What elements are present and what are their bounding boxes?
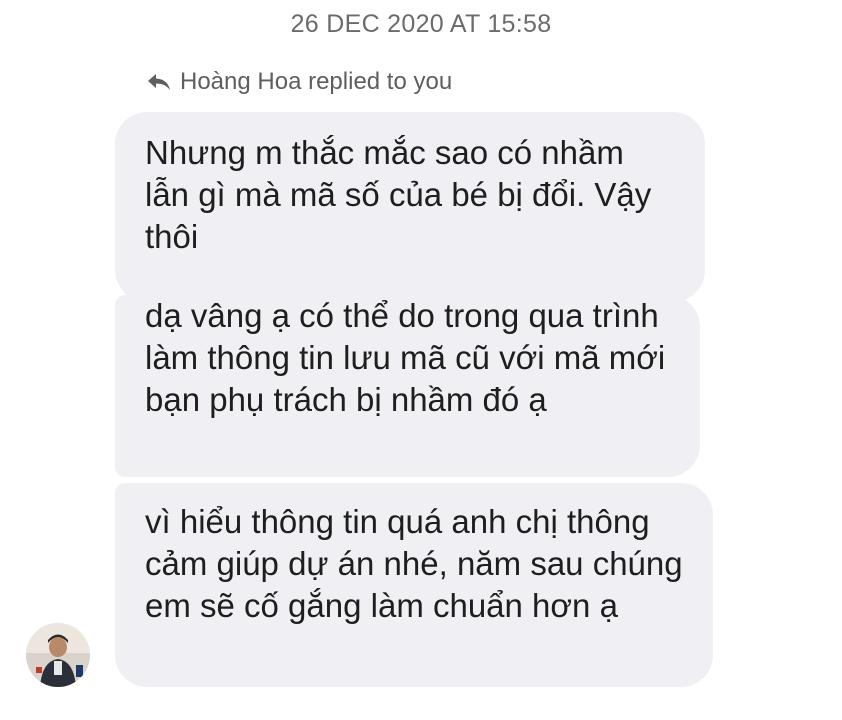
sender-avatar[interactable] — [26, 623, 90, 687]
reply-indicator-text: Hoàng Hoa replied to you — [180, 68, 453, 95]
reply-indicator: Hoàng Hoa replied to you — [146, 68, 452, 96]
reply-arrow-icon — [148, 74, 170, 90]
message-text: vì hiểu thông tin quá anh chị thông cảm … — [145, 503, 683, 624]
message-bubble[interactable]: dạ vâng ạ có thể do trong qua trình làm … — [115, 295, 700, 477]
message-text: dạ vâng ạ có thể do trong qua trình làm … — [145, 297, 666, 418]
message-bubble[interactable]: vì hiểu thông tin quá anh chị thông cảm … — [115, 483, 713, 687]
message-bubble-replied[interactable]: Nhưng m thắc mắc sao có nhầm lẫn gì mà m… — [115, 112, 705, 302]
message-text: Nhưng m thắc mắc sao có nhầm lẫn gì mà m… — [145, 134, 652, 255]
avatar-image — [26, 623, 90, 687]
message-timestamp: 26 DEC 2020 AT 15:58 — [290, 10, 552, 38]
